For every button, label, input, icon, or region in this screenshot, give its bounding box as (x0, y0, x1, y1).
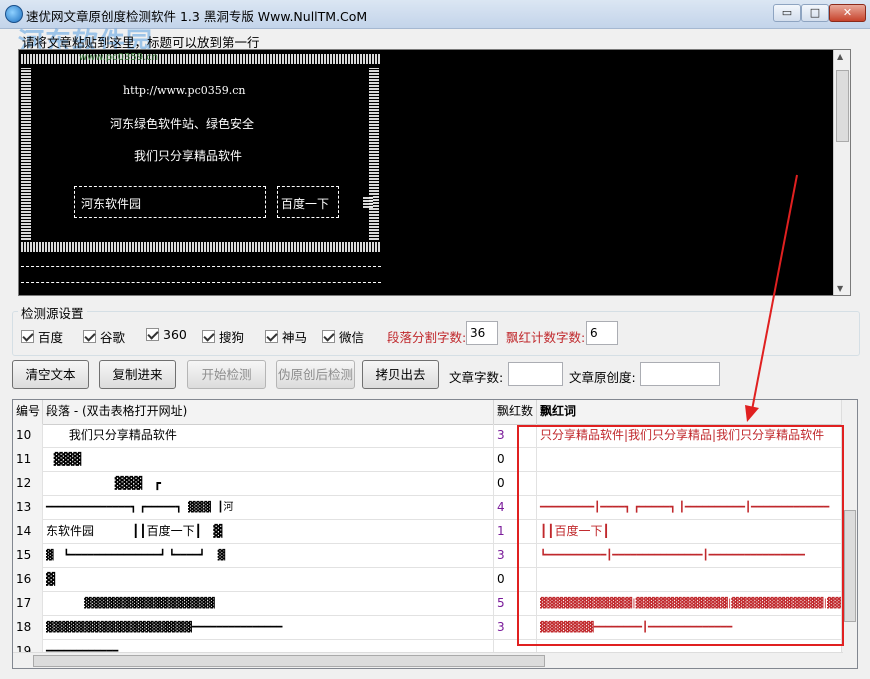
originality-field (640, 362, 720, 386)
row-paragraph: 我们只分享精品软件 (43, 424, 494, 448)
checkbox-checked-icon (265, 330, 278, 343)
editor-url: http://www.pc0359.cn (123, 84, 246, 97)
header-num[interactable]: 编号 (13, 400, 43, 424)
close-button[interactable]: ✕ (829, 4, 866, 22)
row-num: 15 (13, 544, 43, 568)
row-num: 11 (13, 448, 43, 472)
ascii-border-top (21, 54, 381, 64)
row-num: 17 (13, 592, 43, 616)
source-checkbox-360[interactable]: 360 (146, 327, 187, 342)
editor-line2: 我们只分享精品软件 (134, 149, 243, 163)
ascii-border-left (21, 68, 31, 240)
source-checkbox-google[interactable]: 谷歌 (83, 327, 125, 346)
checkbox-checked-icon (83, 330, 96, 343)
checkbox-checked-icon (322, 330, 335, 343)
editor-box1-text: 河东软件园 (81, 197, 142, 211)
grid-hscroll-thumb[interactable] (33, 655, 545, 667)
minimize-button[interactable]: ▭ (773, 4, 801, 22)
checkbox-checked-icon (202, 330, 215, 343)
grid-header: 编号 段落 - (双击表格打开网址) 飘红数 飘红词 (13, 400, 843, 425)
source-settings-title: 检测源设置 (18, 303, 87, 322)
editor-scrollbar[interactable]: ▲ ▼ (833, 50, 850, 295)
copy-out-button[interactable]: 拷贝出去 (362, 360, 439, 389)
word-count-field (508, 362, 563, 386)
checkbox-checked-icon (21, 330, 34, 343)
row-num: 16 (13, 568, 43, 592)
scroll-up-icon: ▲ (837, 52, 844, 61)
editor-box2-text: 百度一下 (281, 197, 330, 211)
maximize-icon: □ (809, 6, 821, 19)
red-count-label: 飘红计数字数: (506, 330, 586, 345)
source-checkbox-wechat[interactable]: 微信 (322, 327, 364, 346)
article-textarea[interactable]: www.pc0359.cn http://www.pc0359.cn 河东绿色软… (18, 49, 851, 296)
app-icon (5, 5, 23, 23)
source-checkbox-baidu[interactable]: 百度 (21, 327, 63, 346)
annotation-highlight-box (517, 425, 844, 646)
source-checkbox-sogou[interactable]: 搜狗 (202, 327, 244, 346)
ascii-border-right (369, 68, 379, 240)
grid-horizontal-scrollbar[interactable] (13, 652, 843, 668)
row-num: 14 (13, 520, 43, 544)
copy-in-button[interactable]: 复制进来 (99, 360, 176, 389)
ascii-mark (363, 196, 373, 208)
grid-vscroll-thumb[interactable] (844, 510, 856, 622)
scroll-down-icon: ▼ (837, 284, 844, 293)
row-num: 10 (13, 424, 43, 448)
row-num: 18 (13, 616, 43, 640)
editor-scroll-thumb[interactable] (836, 70, 849, 142)
row-num: 12 (13, 472, 43, 496)
source-checkbox-shenma[interactable]: 神马 (265, 327, 307, 346)
row-paragraph: ▓▓▓▓▓▓▓▓▓▓▓▓▓▓▓▓▓ (43, 592, 494, 616)
red-count-input[interactable]: 6 (586, 321, 618, 345)
maximize-button[interactable]: □ (801, 4, 829, 22)
title-bar: 速优网文章原创度检测软件 1.3 黑洞专版 Www.NullTM.CoM 河东软… (0, 0, 870, 58)
ascii-dash-line1 (21, 266, 381, 267)
pseudo-original-detect-button[interactable]: 伪原创后检测 (276, 360, 355, 389)
clear-text-button[interactable]: 清空文本 (12, 360, 89, 389)
originality-label: 文章原创度: (569, 370, 636, 385)
close-icon: ✕ (842, 6, 853, 19)
row-num: 13 (13, 496, 43, 520)
word-count-label: 文章字数: (449, 370, 504, 385)
row-paragraph: 东软件园 ┃┃百度一下┃ ▓ (43, 520, 494, 544)
scroll-corner (842, 653, 857, 668)
row-paragraph: ▓▓▓ ┏ (43, 472, 494, 496)
minimize-icon: ▭ (781, 6, 793, 19)
segment-length-input[interactable]: 36 (466, 321, 498, 345)
row-paragraph: ▓ ┗━━━━━━━━━━━━━━━┛ ┗━━━━┛ ▓ (43, 544, 494, 568)
overlay-text: www.pc0359.cn (79, 52, 159, 63)
row-paragraph: ▓▓▓▓▓▓▓▓▓▓▓▓▓▓▓▓▓▓▓━━━━━━━━━━━━━━━ (43, 616, 494, 640)
row-paragraph: ━━━━━━━━━━━━━━┓ ┏━━━━━┓ ▓▓▓ ┃河 (43, 496, 494, 520)
row-paragraph: ▓▓▓ (43, 448, 494, 472)
header-red-words[interactable]: 飘红词 (537, 400, 843, 424)
header-red-count[interactable]: 飘红数 (494, 400, 537, 424)
segment-length-label: 段落分割字数: (387, 330, 467, 345)
ascii-border-bottom (21, 242, 381, 252)
start-detect-button[interactable]: 开始检测 (187, 360, 266, 389)
checkbox-checked-icon (146, 328, 159, 341)
row-paragraph: ▓ (43, 568, 494, 592)
ascii-dash-line2 (21, 282, 381, 283)
header-paragraph[interactable]: 段落 - (双击表格打开网址) (43, 400, 494, 424)
editor-line1: 河东绿色软件站、绿色安全 (110, 117, 255, 131)
